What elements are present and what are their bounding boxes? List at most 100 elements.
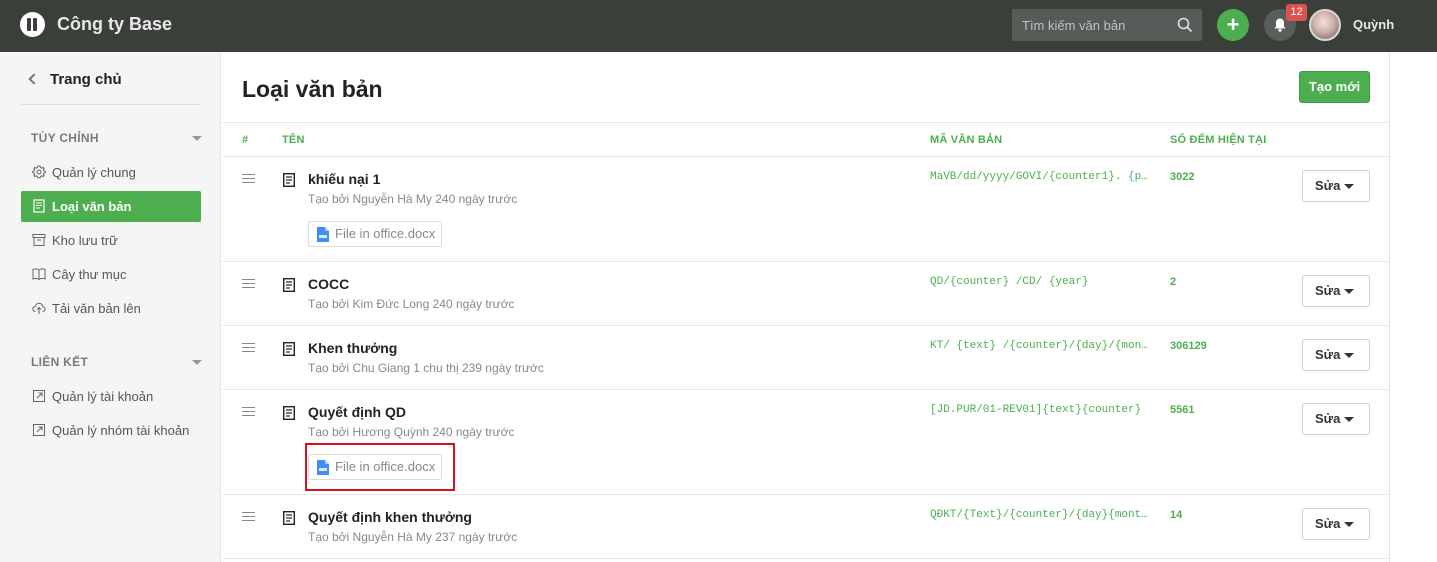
home-link[interactable]: Trang chủ [28,71,122,88]
column-header-name[interactable]: TÊN [282,134,305,146]
edit-dropdown-button[interactable]: Sửa [1302,403,1370,435]
docx-file-icon [317,227,329,242]
notification-badge: 12 [1286,4,1307,21]
table-row[interactable]: Khen thưởng Tạo bởi Chu Giang 1 chu thị … [222,326,1390,390]
brand-logo-icon[interactable] [20,12,45,37]
drag-handle-icon[interactable] [242,174,255,183]
file-name: File in office.docx [335,226,436,241]
sidebar-item-label: Tải văn bản lên [52,301,141,316]
drag-handle-icon[interactable] [242,512,255,521]
edit-label: Sửa [1315,283,1341,298]
sidebar-item-label: Quản lý chung [52,165,136,180]
row-counter: 2 [1170,276,1177,288]
row-counter: 14 [1170,509,1183,521]
page-title: Loại văn bản [242,76,383,102]
caret-down-icon [1344,289,1354,294]
row-counter: 5561 [1170,404,1195,416]
sidebar-item-label: Quản lý nhóm tài khoản [52,423,190,438]
row-counter: 3022 [1170,171,1195,183]
edit-label: Sửa [1315,411,1341,426]
divider [21,104,201,105]
create-button[interactable]: Tạo mới [1299,71,1370,103]
table-row[interactable]: COCC Tạo bởi Kim Đức Long 240 ngày trước… [222,262,1390,326]
document-icon [283,406,295,420]
chevron-down-icon[interactable] [192,136,202,141]
row-name[interactable]: khiếu nại 1 [308,171,380,187]
gear-icon [32,165,46,179]
row-creator: Tạo bởi Nguyễn Hà My 237 ngày trước [308,530,518,544]
table-row[interactable]: Quyết định khen thưởng Tạo bởi Nguyễn Hà… [222,495,1390,559]
row-code: [JD.PUR/01-REV01]{text}{counter} [930,404,1142,416]
edit-label: Sửa [1315,178,1341,193]
external-link-icon [33,424,45,436]
row-creator: Tạo bởi Nguyễn Hà My 240 ngày trước [308,192,518,206]
edit-dropdown-button[interactable]: Sửa [1302,170,1370,202]
row-creator: Tạo bởi Chu Giang 1 chu thị 239 ngày trư… [308,361,544,375]
book-icon [32,268,46,281]
section-title-links[interactable]: LIÊN KẾT [31,355,88,369]
home-label: Trang chủ [50,71,122,88]
row-name[interactable]: Quyết định khen thưởng [308,509,472,525]
edit-label: Sửa [1315,516,1341,531]
highlight-box [305,443,455,491]
document-icon [33,199,45,213]
sidebar-item-label: Kho lưu trữ [52,233,118,248]
document-icon [283,511,295,525]
drag-handle-icon[interactable] [242,279,255,288]
document-icon [283,173,295,187]
sidebar-item-label: Quản lý tài khoản [52,389,154,404]
sidebar-item-document-types[interactable]: Loại văn bản [21,191,201,222]
row-code: KT/ {text} /{counter}/{day}/{mon… [930,340,1148,352]
archive-icon [32,234,46,246]
brand-name[interactable]: Công ty Base [57,14,172,35]
drag-handle-icon[interactable] [242,343,255,352]
cloud-upload-icon [32,302,46,314]
sidebar-item-upload[interactable]: Tải văn bản lên [21,293,201,324]
column-header-code[interactable]: MÃ VĂN BẢN [930,134,1002,146]
column-header-index: # [242,134,249,146]
table-header: # TÊN MÃ VĂN BẢN SỐ ĐẾM HIỆN TẠI [222,122,1390,157]
top-bar: Công ty Base + 12 Quỳnh [0,0,1437,52]
search-box[interactable] [1012,9,1202,41]
sidebar-item-general[interactable]: Quản lý chung [21,157,201,188]
table-row[interactable]: khiếu nại 1 Tạo bởi Nguyễn Hà My 240 ngà… [222,157,1390,262]
sidebar-item-label: Loại văn bản [52,199,132,214]
row-counter: 306129 [1170,340,1207,352]
row-creator: Tạo bởi Hương Quỳnh 240 ngày trước [308,425,515,439]
external-link-icon [33,390,45,402]
row-creator: Tạo bởi Kim Đức Long 240 ngày trước [308,297,515,311]
main-content: Loại văn bản Tạo mới # TÊN MÃ VĂN BẢN SỐ… [222,52,1390,562]
document-icon [283,342,295,356]
row-name[interactable]: Quyết định QD [308,404,406,420]
caret-down-icon [1344,353,1354,358]
section-title-customize[interactable]: TÙY CHỈNH [31,131,99,145]
file-attachment[interactable]: File in office.docx [308,221,442,247]
username[interactable]: Quỳnh [1353,17,1394,32]
caret-down-icon [1344,522,1354,527]
sidebar-item-label: Cây thư mục [52,267,127,282]
sidebar-item-archive[interactable]: Kho lưu trữ [21,225,201,256]
add-button[interactable]: + [1217,9,1249,41]
caret-down-icon [1344,184,1354,189]
row-name[interactable]: Khen thưởng [308,340,397,356]
avatar[interactable] [1309,9,1341,41]
edit-dropdown-button[interactable]: Sửa [1302,339,1370,371]
edit-dropdown-button[interactable]: Sửa [1302,508,1370,540]
search-icon[interactable] [1177,17,1193,33]
row-code: QD/{counter} /CD/ {year} [930,276,1089,288]
edit-dropdown-button[interactable]: Sửa [1302,275,1370,307]
drag-handle-icon[interactable] [242,407,255,416]
row-code: MaVB/dd/yyyy/GOVI/{counter1}. {p… [930,171,1148,183]
row-name[interactable]: COCC [308,276,349,292]
sidebar-item-account-management[interactable]: Quản lý tài khoản [21,381,201,412]
sidebar-item-group-management[interactable]: Quản lý nhóm tài khoản [21,415,201,446]
caret-down-icon [1344,417,1354,422]
column-header-counter[interactable]: SỐ ĐẾM HIỆN TẠI [1170,134,1267,146]
sidebar: Trang chủ TÙY CHỈNH Quản lý chung Loại v… [0,52,221,562]
search-input[interactable] [1012,9,1172,41]
edit-label: Sửa [1315,347,1341,362]
chevron-down-icon[interactable] [192,360,202,365]
table-row[interactable]: Quyết định QD Tạo bởi Hương Quỳnh 240 ng… [222,390,1390,495]
sidebar-item-folder-tree[interactable]: Cây thư mục [21,259,201,290]
row-code: QĐKT/{Text}/{counter}/{day}{mont… [930,509,1148,521]
